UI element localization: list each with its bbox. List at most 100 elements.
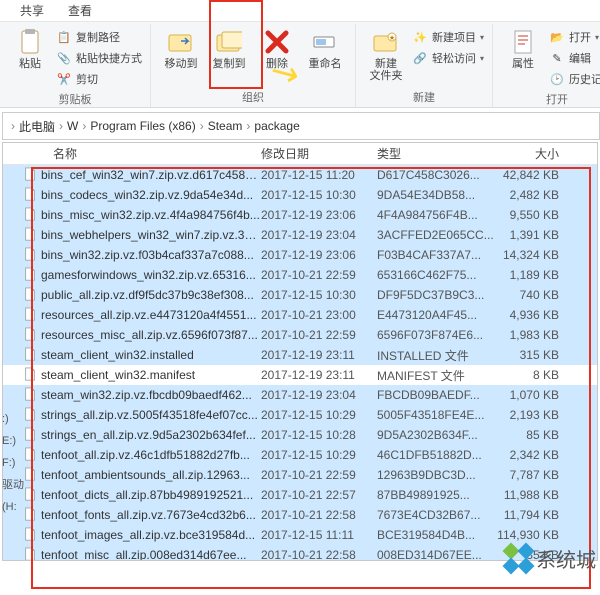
file-name: bins_codecs_win32.zip.vz.9da54e34d...	[41, 188, 261, 202]
move-to-button[interactable]: 移动到	[159, 26, 203, 70]
file-icon	[3, 347, 41, 364]
file-name: public_all.zip.vz.df9f5dc37b9c38ef308...	[41, 288, 261, 302]
file-date: 2017-12-15 10:29	[261, 448, 377, 462]
table-row[interactable]: steam_client_win32.manifest2017-12-19 23…	[3, 365, 597, 385]
cut-button[interactable]: ✂️剪切	[56, 69, 142, 89]
file-size: 8 KB	[497, 368, 567, 382]
tab-view[interactable]: 查看	[68, 2, 92, 19]
new-folder-button[interactable]: ★ 新建 文件夹	[364, 26, 408, 82]
file-date: 2017-12-15 10:28	[261, 428, 377, 442]
file-date: 2017-10-21 22:59	[261, 468, 377, 482]
edit-button[interactable]: ✎编辑	[549, 48, 600, 68]
table-row[interactable]: bins_win32.zip.vz.f03b4caf337a7c088...20…	[3, 245, 597, 265]
ribbon-group-clipboard: 粘贴 📋复制路径 📎粘贴快捷方式 ✂️剪切 剪贴板	[0, 24, 151, 107]
file-size: 85 KB	[497, 428, 567, 442]
breadcrumb-item[interactable]: Steam	[208, 119, 243, 133]
group-label-organize: 组织	[242, 87, 264, 107]
table-row[interactable]: resources_misc_all.zip.vz.6596f073f87...…	[3, 325, 597, 345]
table-row[interactable]: tenfoot_all.zip.vz.46c1dfb51882d27fb...2…	[3, 445, 597, 465]
file-size: 2,193 KB	[497, 408, 567, 422]
table-row[interactable]: bins_codecs_win32.zip.vz.9da54e34d...201…	[3, 185, 597, 205]
ribbon-group-open: 属性 📂打开 ▾ ✎编辑 🕑历史记录 打开	[493, 24, 600, 107]
table-row[interactable]: tenfoot_images_all.zip.vz.bce319584d...2…	[3, 525, 597, 545]
table-row[interactable]: steam_win32.zip.vz.fbcdb09baedf462...201…	[3, 385, 597, 405]
file-type: 653166C462F75...	[377, 268, 497, 282]
file-icon	[3, 227, 41, 244]
properties-button[interactable]: 属性	[501, 26, 545, 70]
file-size: 4,936 KB	[497, 308, 567, 322]
table-row[interactable]: bins_webhelpers_win32_win7.zip.vz.3a...2…	[3, 225, 597, 245]
table-row[interactable]: tenfoot_dicts_all.zip.87bb4989192521...2…	[3, 485, 597, 505]
file-date: 2017-12-19 23:11	[261, 368, 377, 382]
file-date: 2017-12-19 23:04	[261, 388, 377, 402]
file-size: 14,324 KB	[497, 248, 567, 262]
breadcrumb[interactable]: › 此电脑 › W › Program Files (x86) › Steam …	[2, 112, 600, 140]
open-button[interactable]: 📂打开 ▾	[549, 27, 600, 47]
table-row[interactable]: public_all.zip.vz.df9f5dc37b9c38ef308...…	[3, 285, 597, 305]
table-row[interactable]: steam_client_win32.installed2017-12-19 2…	[3, 345, 597, 365]
file-name: strings_all.zip.vz.5005f43518fe4ef07cc..…	[41, 408, 261, 422]
breadcrumb-item[interactable]: W	[67, 119, 78, 133]
folder-move-icon	[167, 28, 195, 56]
file-icon	[3, 187, 41, 204]
table-row[interactable]: tenfoot_fonts_all.zip.vz.7673e4cd32b6...…	[3, 505, 597, 525]
properties-icon	[509, 28, 537, 56]
file-icon	[3, 207, 41, 224]
table-row[interactable]: resources_all.zip.vz.e4473120a4f4551...2…	[3, 305, 597, 325]
new-folder-icon: ★	[372, 28, 400, 56]
table-row[interactable]: tenfoot_misc_all.zip.008ed314d67ee...201…	[3, 545, 597, 560]
file-name: steam_client_win32.manifest	[41, 368, 261, 382]
breadcrumb-item[interactable]: Program Files (x86)	[90, 119, 195, 133]
file-date: 2017-12-19 23:11	[261, 348, 377, 362]
file-type: D617C458C3026...	[377, 168, 497, 182]
file-type: 008ED314D67EE...	[377, 548, 497, 560]
copy-path-button[interactable]: 📋复制路径	[56, 27, 142, 47]
file-date: 2017-12-15 10:30	[261, 288, 377, 302]
file-name: tenfoot_all.zip.vz.46c1dfb51882d27fb...	[41, 448, 261, 462]
rename-button[interactable]: 重命名	[303, 26, 347, 70]
column-header-name[interactable]: 名称	[3, 145, 261, 162]
file-name: tenfoot_images_all.zip.vz.bce319584d...	[41, 528, 261, 542]
column-header-size[interactable]: 大小	[497, 145, 567, 162]
breadcrumb-item[interactable]: 此电脑	[19, 118, 55, 135]
file-type: 3ACFFED2E065CC...	[377, 228, 497, 242]
tab-share[interactable]: 共享	[20, 2, 44, 19]
easy-access-button[interactable]: 🔗轻松访问 ▾	[412, 48, 484, 68]
file-type: BCE319584D4B...	[377, 528, 497, 542]
file-size: 1,391 KB	[497, 228, 567, 242]
new-item-button[interactable]: ✨新建项目 ▾	[412, 27, 484, 47]
chevron-right-icon: ›	[7, 119, 19, 133]
file-name: strings_en_all.zip.vz.9d5a2302b634fef...	[41, 428, 261, 442]
file-size: 1,189 KB	[497, 268, 567, 282]
table-row[interactable]: strings_en_all.zip.vz.9d5a2302b634fef...…	[3, 425, 597, 445]
paste-shortcut-button[interactable]: 📎粘贴快捷方式	[56, 48, 142, 68]
history-button[interactable]: 🕑历史记录	[549, 69, 600, 89]
table-row[interactable]: tenfoot_ambientsounds_all.zip.12963...20…	[3, 465, 597, 485]
edit-icon: ✎	[549, 50, 565, 66]
file-size: 9,550 KB	[497, 208, 567, 222]
file-type: 6596F073F874E6...	[377, 328, 497, 342]
file-name: steam_client_win32.installed	[41, 348, 261, 362]
file-type: 5005F43518FE4E...	[377, 408, 497, 422]
file-size: 1,070 KB	[497, 388, 567, 402]
file-list: 名称 修改日期 类型 大小 bins_cef_win32_win7.zip.vz…	[2, 142, 598, 561]
copy-to-button[interactable]: 复制到	[207, 26, 251, 70]
column-header-date[interactable]: 修改日期	[261, 145, 377, 162]
paste-button[interactable]: 粘贴	[8, 26, 52, 70]
file-list-header: 名称 修改日期 类型 大小	[3, 143, 597, 165]
file-date: 2017-10-21 22:58	[261, 508, 377, 522]
file-type: 9DA54E34DB58...	[377, 188, 497, 202]
breadcrumb-item[interactable]: package	[254, 119, 299, 133]
table-row[interactable]: bins_misc_win32.zip.vz.4f4a984756f4b...2…	[3, 205, 597, 225]
delete-button[interactable]: 删除	[255, 26, 299, 70]
table-row[interactable]: gamesforwindows_win32.zip.vz.65316...201…	[3, 265, 597, 285]
column-header-type[interactable]: 类型	[377, 145, 497, 162]
file-icon	[3, 287, 41, 304]
file-date: 2017-10-21 22:58	[261, 548, 377, 560]
table-row[interactable]: strings_all.zip.vz.5005f43518fe4ef07cc..…	[3, 405, 597, 425]
file-type: E4473120A4F45...	[377, 308, 497, 322]
file-type: 46C1DFB51882D...	[377, 448, 497, 462]
file-date: 2017-10-21 23:00	[261, 308, 377, 322]
table-row[interactable]: bins_cef_win32_win7.zip.vz.d617c458c...2…	[3, 165, 597, 185]
file-icon	[3, 327, 41, 344]
